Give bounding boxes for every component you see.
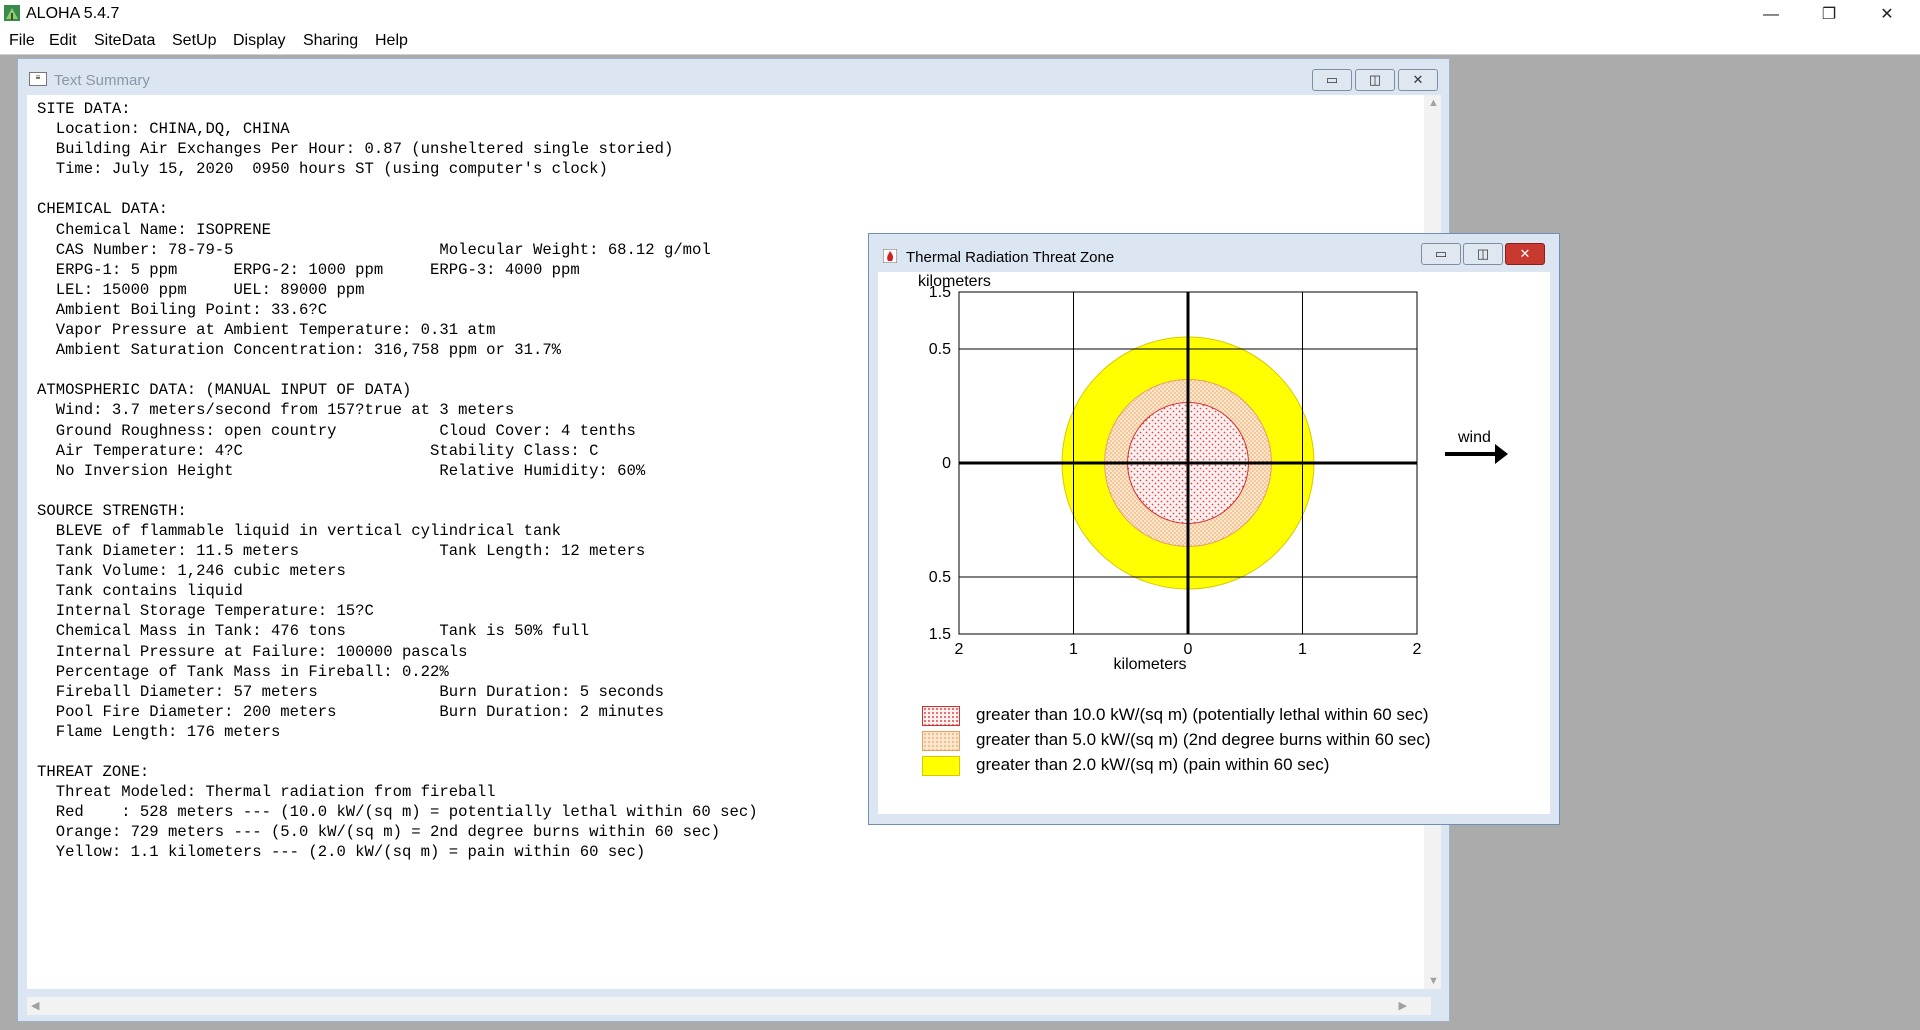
menu-bar: File Edit SiteData SetUp Display Sharing…	[0, 29, 1920, 55]
legend-label: greater than 10.0 kW/(sq m) (potentially…	[976, 705, 1429, 724]
minimize-button[interactable]: —	[1742, 0, 1800, 29]
y-axis-label: kilometers	[918, 273, 991, 290]
y-tick-label: 0.5	[929, 569, 951, 586]
x-tick-label: 1	[1298, 641, 1307, 658]
y-tick-label: 1.5	[929, 626, 951, 643]
scroll-left-icon[interactable]: ◀	[31, 999, 39, 1012]
menu-help[interactable]: Help	[375, 32, 408, 50]
x-tick-label: 1	[1069, 641, 1078, 658]
threat-zone-plot-area: 2 1 0 1 2 1.5 0.5 0 0.5 1.5 kilometers kilometers…	[878, 272, 1550, 814]
wind-label: wind	[1457, 429, 1491, 446]
threat-zone-window: Thermal Radiation Threat Zone ▭ ◫ ✕ 2 1 0 1	[868, 233, 1560, 825]
scroll-down-icon[interactable]: ▼	[1428, 975, 1439, 987]
horizontal-scrollbar[interactable]: ◀ ▶	[27, 997, 1431, 1015]
legend-swatch	[922, 731, 960, 751]
text-summary-close-button[interactable]: ✕	[1398, 69, 1438, 91]
threat-zone-restore-button[interactable]: ◫	[1463, 243, 1503, 265]
aloha-app-icon	[4, 5, 20, 21]
scroll-right-icon[interactable]: ▶	[1399, 999, 1407, 1012]
legend-swatch	[922, 756, 960, 776]
flame-icon	[883, 249, 897, 263]
legend-swatch	[922, 706, 960, 726]
wind-arrow-icon	[1445, 444, 1508, 464]
text-summary-body: SITE DATA: Location: CHINA,DQ, CHINA Bui…	[37, 100, 758, 862]
app-titlebar: ALOHA 5.4.7 — ❐ ✕	[0, 0, 1920, 29]
threat-zone-title: Thermal Radiation Threat Zone	[906, 249, 1115, 266]
menu-file[interactable]: File	[9, 32, 35, 50]
text-summary-titlebar[interactable]: ≡ Text Summary ▭ ◫ ✕	[18, 59, 1449, 93]
restore-button[interactable]: ❐	[1800, 0, 1858, 29]
x-tick-label: 2	[955, 641, 964, 658]
text-summary-title: Text Summary	[54, 72, 150, 89]
threat-zone-minimize-button[interactable]: ▭	[1421, 243, 1461, 265]
threat-zone-close-button[interactable]: ✕	[1505, 243, 1545, 265]
text-summary-restore-button[interactable]: ◫	[1355, 69, 1395, 91]
app-title: ALOHA 5.4.7	[26, 5, 120, 22]
close-button[interactable]: ✕	[1858, 0, 1916, 29]
y-tick-label: 0	[942, 455, 951, 472]
menu-sharing[interactable]: Sharing	[303, 32, 358, 50]
scroll-up-icon[interactable]: ▲	[1428, 97, 1439, 109]
x-axis-label: kilometers	[1114, 656, 1187, 673]
x-tick-label: 2	[1413, 641, 1422, 658]
document-icon: ≡	[29, 72, 47, 86]
menu-sitedata[interactable]: SiteData	[94, 32, 155, 50]
y-tick-label: 0.5	[929, 341, 951, 358]
text-summary-minimize-button[interactable]: ▭	[1312, 69, 1352, 91]
menu-edit[interactable]: Edit	[49, 32, 77, 50]
legend-label: greater than 2.0 kW/(sq m) (pain within …	[976, 755, 1330, 774]
menu-setup[interactable]: SetUp	[172, 32, 216, 50]
legend-label: greater than 5.0 kW/(sq m) (2nd degree b…	[976, 730, 1431, 749]
menu-display[interactable]: Display	[233, 32, 285, 50]
